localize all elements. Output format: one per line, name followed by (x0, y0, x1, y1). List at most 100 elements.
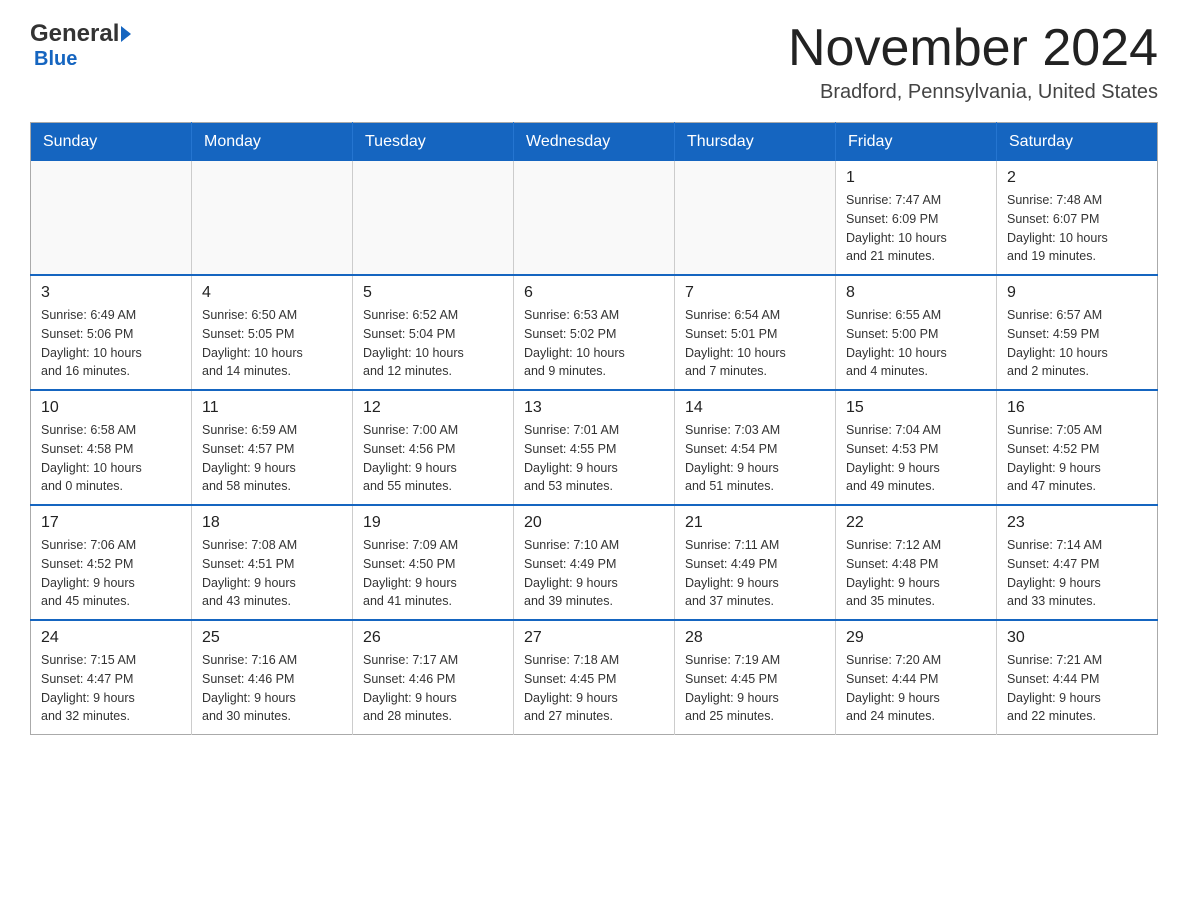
week-row-1: 1 Sunrise: 7:47 AM Sunset: 6:09 PM Daylig… (31, 161, 1158, 275)
calendar-cell: 7 Sunrise: 6:54 AM Sunset: 5:01 PM Daylig… (675, 275, 836, 390)
calendar-cell (31, 161, 192, 275)
calendar-cell: 9 Sunrise: 6:57 AM Sunset: 4:59 PM Daylig… (997, 275, 1158, 390)
month-title: November 2024 (788, 20, 1158, 77)
day-number: 29 (846, 629, 986, 647)
day-info: Sunrise: 7:06 AM Sunset: 4:52 PM Dayligh… (41, 536, 181, 611)
day-info: Sunrise: 7:19 AM Sunset: 4:45 PM Dayligh… (685, 651, 825, 726)
calendar-cell: 4 Sunrise: 6:50 AM Sunset: 5:05 PM Daylig… (192, 275, 353, 390)
calendar-cell: 22Sunrise: 7:12 AM Sunset: 4:48 PM Dayli… (836, 505, 997, 620)
logo-arrow-icon (121, 26, 131, 42)
weekday-header-thursday: Thursday (675, 123, 836, 162)
day-number: 8 (846, 284, 986, 302)
calendar-cell: 17 Sunrise: 7:06 AM Sunset: 4:52 PM Dayli… (31, 505, 192, 620)
day-info: Sunrise: 7:16 AM Sunset: 4:46 PM Dayligh… (202, 651, 342, 726)
calendar-cell: 12Sunrise: 7:00 AM Sunset: 4:56 PM Dayli… (353, 390, 514, 505)
calendar-cell: 16 Sunrise: 7:05 AM Sunset: 4:52 PM Dayli… (997, 390, 1158, 505)
day-info: Sunrise: 7:11 AM Sunset: 4:49 PM Dayligh… (685, 536, 825, 611)
day-number: 28 (685, 629, 825, 647)
day-number: 13 (524, 399, 664, 417)
weekday-header-sunday: Sunday (31, 123, 192, 162)
calendar-cell: 25 Sunrise: 7:16 AM Sunset: 4:46 PM Dayli… (192, 620, 353, 735)
day-number: 1 (846, 169, 986, 187)
calendar-cell: 15 Sunrise: 7:04 AM Sunset: 4:53 PM Dayli… (836, 390, 997, 505)
calendar-cell: 13 Sunrise: 7:01 AM Sunset: 4:55 PM Dayli… (514, 390, 675, 505)
calendar-cell: 19 Sunrise: 7:09 AM Sunset: 4:50 PM Dayli… (353, 505, 514, 620)
weekday-header-row: SundayMondayTuesdayWednesdayThursdayFrid… (31, 123, 1158, 162)
day-info: Sunrise: 6:49 AM Sunset: 5:06 PM Dayligh… (41, 306, 181, 381)
header: General Blue November 2024 Bradford, Pen… (30, 20, 1158, 104)
day-number: 12 (363, 399, 503, 417)
day-number: 11 (202, 399, 342, 417)
calendar-cell: 1 Sunrise: 7:47 AM Sunset: 6:09 PM Daylig… (836, 161, 997, 275)
day-info: Sunrise: 6:57 AM Sunset: 4:59 PM Dayligh… (1007, 306, 1147, 381)
logo-blue: Blue (34, 48, 77, 71)
calendar-cell (192, 161, 353, 275)
day-number: 27 (524, 629, 664, 647)
day-info: Sunrise: 6:55 AM Sunset: 5:00 PM Dayligh… (846, 306, 986, 381)
day-number: 20 (524, 514, 664, 532)
day-info: Sunrise: 7:04 AM Sunset: 4:53 PM Dayligh… (846, 421, 986, 496)
day-info: Sunrise: 7:48 AM Sunset: 6:07 PM Dayligh… (1007, 191, 1147, 266)
day-info: Sunrise: 6:59 AM Sunset: 4:57 PM Dayligh… (202, 421, 342, 496)
day-info: Sunrise: 7:18 AM Sunset: 4:45 PM Dayligh… (524, 651, 664, 726)
weekday-header-tuesday: Tuesday (353, 123, 514, 162)
day-number: 7 (685, 284, 825, 302)
calendar-cell: 26 Sunrise: 7:17 AM Sunset: 4:46 PM Dayli… (353, 620, 514, 735)
calendar-cell: 8 Sunrise: 6:55 AM Sunset: 5:00 PM Daylig… (836, 275, 997, 390)
calendar-cell: 24 Sunrise: 7:15 AM Sunset: 4:47 PM Dayli… (31, 620, 192, 735)
day-number: 9 (1007, 284, 1147, 302)
day-info: Sunrise: 7:10 AM Sunset: 4:49 PM Dayligh… (524, 536, 664, 611)
day-info: Sunrise: 7:47 AM Sunset: 6:09 PM Dayligh… (846, 191, 986, 266)
day-number: 15 (846, 399, 986, 417)
day-number: 5 (363, 284, 503, 302)
calendar-cell (514, 161, 675, 275)
day-info: Sunrise: 7:08 AM Sunset: 4:51 PM Dayligh… (202, 536, 342, 611)
day-info: Sunrise: 7:09 AM Sunset: 4:50 PM Dayligh… (363, 536, 503, 611)
day-info: Sunrise: 6:54 AM Sunset: 5:01 PM Dayligh… (685, 306, 825, 381)
day-info: Sunrise: 6:52 AM Sunset: 5:04 PM Dayligh… (363, 306, 503, 381)
day-number: 25 (202, 629, 342, 647)
day-number: 18 (202, 514, 342, 532)
day-number: 6 (524, 284, 664, 302)
day-info: Sunrise: 7:15 AM Sunset: 4:47 PM Dayligh… (41, 651, 181, 726)
weekday-header-wednesday: Wednesday (514, 123, 675, 162)
calendar-cell: 23Sunrise: 7:14 AM Sunset: 4:47 PM Dayli… (997, 505, 1158, 620)
day-number: 17 (41, 514, 181, 532)
weekday-header-monday: Monday (192, 123, 353, 162)
day-info: Sunrise: 7:20 AM Sunset: 4:44 PM Dayligh… (846, 651, 986, 726)
weekday-header-friday: Friday (836, 123, 997, 162)
day-number: 10 (41, 399, 181, 417)
week-row-3: 10Sunrise: 6:58 AM Sunset: 4:58 PM Dayli… (31, 390, 1158, 505)
day-number: 23 (1007, 514, 1147, 532)
title-area: November 2024 Bradford, Pennsylvania, Un… (788, 20, 1158, 104)
calendar-cell: 28 Sunrise: 7:19 AM Sunset: 4:45 PM Dayli… (675, 620, 836, 735)
calendar-cell: 18 Sunrise: 7:08 AM Sunset: 4:51 PM Dayli… (192, 505, 353, 620)
week-row-4: 17 Sunrise: 7:06 AM Sunset: 4:52 PM Dayli… (31, 505, 1158, 620)
day-info: Sunrise: 6:53 AM Sunset: 5:02 PM Dayligh… (524, 306, 664, 381)
logo: General Blue (30, 20, 131, 71)
day-info: Sunrise: 7:01 AM Sunset: 4:55 PM Dayligh… (524, 421, 664, 496)
day-number: 2 (1007, 169, 1147, 187)
calendar-cell: 3Sunrise: 6:49 AM Sunset: 5:06 PM Daylig… (31, 275, 192, 390)
day-number: 30 (1007, 629, 1147, 647)
calendar-cell: 10Sunrise: 6:58 AM Sunset: 4:58 PM Dayli… (31, 390, 192, 505)
calendar-cell: 27 Sunrise: 7:18 AM Sunset: 4:45 PM Dayli… (514, 620, 675, 735)
calendar-cell: 20 Sunrise: 7:10 AM Sunset: 4:49 PM Dayli… (514, 505, 675, 620)
day-number: 19 (363, 514, 503, 532)
day-number: 4 (202, 284, 342, 302)
day-number: 24 (41, 629, 181, 647)
calendar-cell: 5 Sunrise: 6:52 AM Sunset: 5:04 PM Daylig… (353, 275, 514, 390)
calendar-cell: 30Sunrise: 7:21 AM Sunset: 4:44 PM Dayli… (997, 620, 1158, 735)
calendar-cell: 2 Sunrise: 7:48 AM Sunset: 6:07 PM Daylig… (997, 161, 1158, 275)
logo-general: General (30, 20, 119, 48)
location-title: Bradford, Pennsylvania, United States (788, 81, 1158, 104)
day-info: Sunrise: 6:50 AM Sunset: 5:05 PM Dayligh… (202, 306, 342, 381)
day-number: 16 (1007, 399, 1147, 417)
weekday-header-saturday: Saturday (997, 123, 1158, 162)
day-number: 21 (685, 514, 825, 532)
day-info: Sunrise: 7:17 AM Sunset: 4:46 PM Dayligh… (363, 651, 503, 726)
day-info: Sunrise: 7:12 AM Sunset: 4:48 PM Dayligh… (846, 536, 986, 611)
day-number: 26 (363, 629, 503, 647)
day-info: Sunrise: 7:05 AM Sunset: 4:52 PM Dayligh… (1007, 421, 1147, 496)
day-number: 14 (685, 399, 825, 417)
